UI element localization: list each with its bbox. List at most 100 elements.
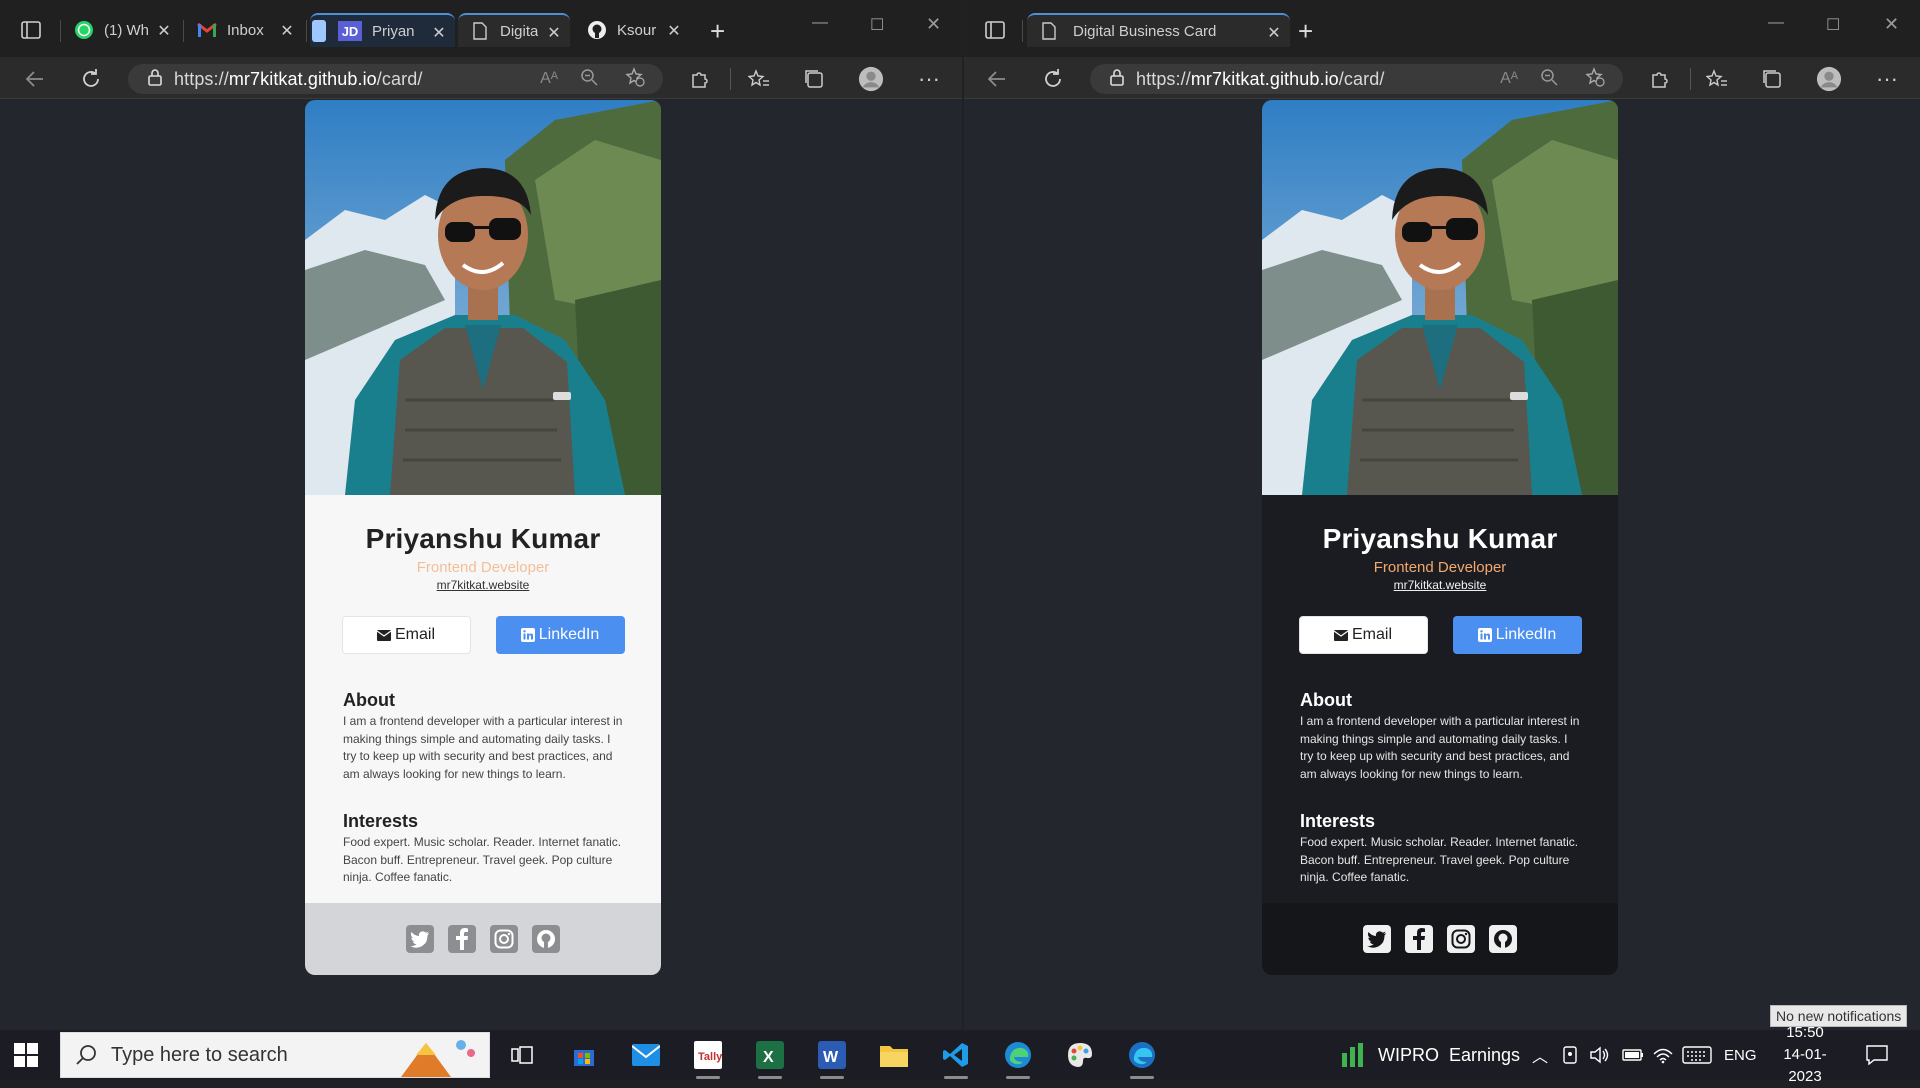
tab-inbox[interactable]: Inbox ✕ bbox=[185, 13, 303, 47]
tab-label: (1) Wh bbox=[104, 21, 149, 39]
close-icon[interactable]: ✕ bbox=[546, 23, 562, 43]
linkedin-button[interactable]: LinkedIn bbox=[495, 616, 625, 654]
collections-icon[interactable] bbox=[1760, 66, 1786, 92]
stock-widget[interactable]: WIPRO Earnings bbox=[1340, 1030, 1520, 1080]
language-indicator[interactable]: ENG bbox=[1724, 1030, 1757, 1080]
favorites-icon[interactable] bbox=[746, 66, 772, 92]
tab-whatsapp[interactable]: (1) Wh ✕ bbox=[62, 13, 180, 47]
email-button[interactable]: Email bbox=[1298, 616, 1428, 654]
close-window-icon[interactable]: ✕ bbox=[1884, 14, 1899, 35]
task-view-icon[interactable] bbox=[506, 1039, 538, 1071]
chevron-up-icon[interactable]: ︿ bbox=[1532, 1030, 1548, 1080]
microsoft-store-icon[interactable] bbox=[568, 1039, 600, 1071]
business-card-dark: Priyanshu Kumar Frontend Developer mr7ki… bbox=[1262, 100, 1618, 975]
add-favorite-icon[interactable] bbox=[1585, 66, 1605, 92]
linkedin-button[interactable]: LinkedIn bbox=[1452, 616, 1582, 654]
search-icon bbox=[76, 1045, 96, 1065]
tab-digital-card[interactable]: Digita ✕ bbox=[458, 13, 570, 47]
facebook-icon[interactable] bbox=[1405, 925, 1433, 953]
close-icon[interactable]: ✕ bbox=[1266, 23, 1282, 43]
twitter-icon[interactable] bbox=[406, 925, 434, 953]
close-icon[interactable]: ✕ bbox=[156, 21, 172, 41]
favorites-icon[interactable] bbox=[1704, 66, 1730, 92]
extensions-icon[interactable] bbox=[1646, 66, 1672, 92]
github-icon[interactable] bbox=[1489, 925, 1517, 953]
github-icon[interactable] bbox=[532, 925, 560, 953]
tally-icon[interactable]: Tally bbox=[692, 1039, 724, 1079]
excel-icon[interactable]: X bbox=[754, 1039, 786, 1079]
address-bar[interactable]: https://mr7kitkat.github.io/card/ Aᴬ bbox=[1090, 64, 1623, 94]
linkedin-label: LinkedIn bbox=[538, 626, 600, 643]
read-aloud-icon[interactable]: Aᴬ bbox=[540, 70, 558, 88]
speaker-icon[interactable] bbox=[1590, 1030, 1610, 1080]
zoom-out-icon[interactable] bbox=[1540, 68, 1558, 91]
close-icon[interactable]: ✕ bbox=[279, 21, 295, 41]
tab-priyanshu[interactable]: JD Priyan ✕ bbox=[310, 13, 455, 47]
website-link[interactable]: mr7kitkat.website bbox=[437, 578, 530, 592]
new-tab-button[interactable]: + bbox=[710, 16, 725, 47]
browser-window-right: Digital Business Card ✕ + — ☐ ✕ https://… bbox=[964, 0, 1920, 1030]
svg-text:W: W bbox=[823, 1049, 839, 1066]
more-icon[interactable]: ··· bbox=[1874, 66, 1900, 92]
card-body: Priyanshu Kumar Frontend Developer mr7ki… bbox=[1262, 495, 1618, 903]
more-icon[interactable]: ··· bbox=[916, 66, 942, 92]
file-explorer-icon[interactable] bbox=[878, 1039, 910, 1071]
card-body: Priyanshu Kumar Frontend Developer mr7ki… bbox=[305, 495, 661, 903]
windows-start-icon[interactable] bbox=[14, 1043, 38, 1067]
mail-icon[interactable] bbox=[630, 1039, 662, 1071]
refresh-icon[interactable] bbox=[78, 66, 104, 92]
interests-section: Interests Food expert. Music scholar. Re… bbox=[305, 811, 661, 887]
minimize-icon[interactable]: — bbox=[812, 14, 828, 32]
page-icon bbox=[470, 21, 490, 41]
edge-dev-icon[interactable] bbox=[1126, 1039, 1158, 1079]
wifi-icon[interactable] bbox=[1652, 1030, 1674, 1080]
network-drive-icon[interactable] bbox=[1562, 1030, 1578, 1080]
word-icon[interactable]: W bbox=[816, 1039, 848, 1079]
instagram-icon[interactable] bbox=[490, 925, 518, 953]
profile-avatar[interactable] bbox=[1816, 66, 1842, 92]
profile-photo bbox=[1262, 100, 1618, 495]
tab-ksour[interactable]: Ksour ✕ bbox=[575, 13, 690, 47]
taskbar-search[interactable]: Type here to search bbox=[60, 1032, 490, 1078]
close-icon[interactable]: ✕ bbox=[666, 21, 682, 41]
desktop: (1) Wh ✕ Inbox ✕ JD Priyan ✕ Digita ✕ Ks… bbox=[0, 0, 1920, 1085]
about-heading: About bbox=[343, 690, 395, 710]
clock-time: 15:50 bbox=[1786, 1024, 1824, 1041]
email-button[interactable]: Email bbox=[341, 616, 471, 654]
extensions-icon[interactable] bbox=[686, 66, 712, 92]
refresh-icon[interactable] bbox=[1040, 66, 1066, 92]
tab-label: Priyan bbox=[372, 22, 415, 40]
clock[interactable]: 15:50 14-01-2023 bbox=[1770, 1024, 1840, 1085]
back-icon[interactable] bbox=[984, 66, 1010, 92]
new-tab-button[interactable]: + bbox=[1298, 16, 1313, 47]
collections-icon[interactable] bbox=[802, 66, 828, 92]
email-label: Email bbox=[1351, 626, 1392, 643]
maximize-icon[interactable]: ☐ bbox=[1826, 15, 1840, 35]
about-heading: About bbox=[1300, 690, 1352, 710]
back-icon[interactable] bbox=[22, 66, 48, 92]
keyboard-icon[interactable] bbox=[1682, 1030, 1712, 1080]
taskbar: Type here to search Tally X W WIPRO Earn… bbox=[0, 1024, 1920, 1085]
read-aloud-icon[interactable]: Aᴬ bbox=[1500, 70, 1518, 88]
tab-digital-card[interactable]: Digital Business Card ✕ bbox=[1027, 13, 1290, 47]
vscode-icon[interactable] bbox=[940, 1039, 972, 1079]
battery-icon[interactable] bbox=[1622, 1030, 1644, 1080]
maximize-icon[interactable]: ☐ bbox=[870, 15, 884, 35]
website-link[interactable]: mr7kitkat.website bbox=[1394, 578, 1487, 592]
minimize-icon[interactable]: — bbox=[1768, 14, 1784, 32]
close-window-icon[interactable]: ✕ bbox=[926, 14, 941, 35]
address-bar[interactable]: https://mr7kitkat.github.io/card/ Aᴬ bbox=[128, 64, 663, 94]
close-icon[interactable]: ✕ bbox=[431, 23, 447, 43]
paint-icon[interactable] bbox=[1064, 1039, 1096, 1071]
add-favorite-icon[interactable] bbox=[625, 66, 645, 92]
instagram-icon[interactable] bbox=[1447, 925, 1475, 953]
zoom-out-icon[interactable] bbox=[580, 68, 598, 91]
tab-actions-icon[interactable] bbox=[984, 20, 1006, 40]
notification-center-icon[interactable] bbox=[1866, 1030, 1888, 1080]
profile-avatar[interactable] bbox=[858, 66, 884, 92]
twitter-icon[interactable] bbox=[1363, 925, 1391, 953]
card-name: Priyanshu Kumar bbox=[365, 523, 601, 554]
facebook-icon[interactable] bbox=[448, 925, 476, 953]
edge-icon[interactable] bbox=[1002, 1039, 1034, 1079]
tab-actions-icon[interactable] bbox=[20, 20, 42, 40]
